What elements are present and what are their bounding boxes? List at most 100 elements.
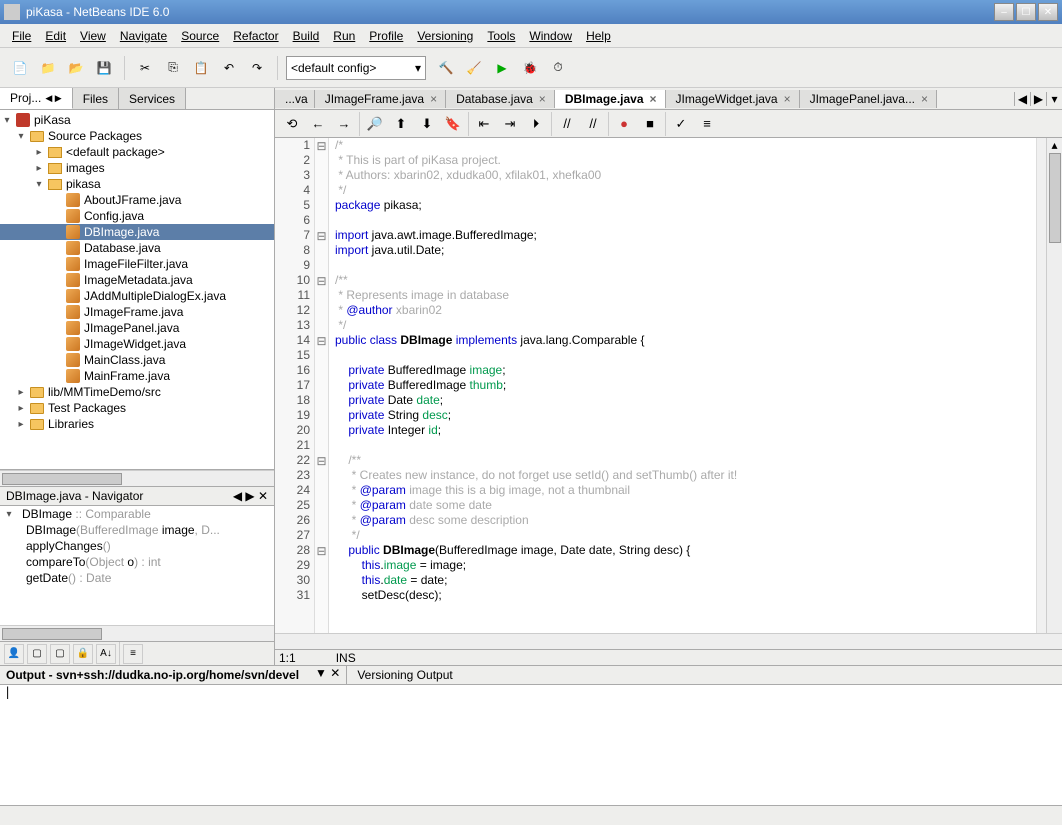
tab-scroll-left[interactable]: ◀	[1014, 92, 1030, 106]
build-button[interactable]: 🔨	[434, 56, 458, 80]
forward-button[interactable]: →	[333, 113, 355, 135]
nav-class-node[interactable]: ▾ DBImage :: Comparable	[0, 506, 274, 522]
macro-button[interactable]: ⏵	[525, 113, 547, 135]
menu-window[interactable]: Window	[523, 27, 578, 45]
tree-toggle-icon[interactable]: ▾	[16, 131, 26, 142]
panel-controls[interactable]: ◀ ▶ ✕	[233, 489, 268, 503]
close-icon[interactable]: ×	[782, 92, 793, 106]
output-body[interactable]: |	[0, 685, 1062, 805]
tree-toggle-icon[interactable]: ▸	[16, 403, 26, 414]
new-file-button[interactable]: 📄	[8, 56, 32, 80]
new-project-button[interactable]: 📁	[36, 56, 60, 80]
fold-toggle-icon[interactable]: ⊟	[315, 333, 328, 348]
code-editor[interactable]: 1234567891011121314151617181920212223242…	[275, 138, 1062, 633]
tree-file[interactable]: JImageFrame.java	[0, 304, 274, 320]
menu-file[interactable]: File	[6, 27, 37, 45]
menu-refactor[interactable]: Refactor	[227, 27, 284, 45]
paste-button[interactable]: 📋	[189, 56, 213, 80]
prev-bookmark-button[interactable]: ⬆	[390, 113, 412, 135]
tab-versioning-output[interactable]: Versioning Output	[346, 666, 462, 684]
tree-toggle-icon[interactable]: ▸	[16, 419, 26, 430]
h-scrollbar[interactable]	[0, 625, 274, 641]
nav-filter-button[interactable]: ▢	[50, 644, 70, 664]
fold-toggle-icon[interactable]: ⊟	[315, 453, 328, 468]
tree-file[interactable]: JAddMultipleDialogEx.java	[0, 288, 274, 304]
debug-button[interactable]: 🐞	[518, 56, 542, 80]
tree-node[interactable]: ▸ lib/MMTimeDemo/src	[0, 384, 274, 400]
run-button[interactable]: ▶	[490, 56, 514, 80]
menu-help[interactable]: Help	[580, 27, 617, 45]
tree-file[interactable]: JImageWidget.java	[0, 336, 274, 352]
v-scrollbar[interactable]: ▴	[1046, 138, 1062, 633]
config-selector[interactable]: <default config> ▾	[286, 56, 426, 80]
clean-build-button[interactable]: 🧹	[462, 56, 486, 80]
menu-versioning[interactable]: Versioning	[411, 27, 479, 45]
back-button[interactable]: ←	[307, 113, 329, 135]
nav-member[interactable]: compareTo(Object o) : int	[0, 554, 274, 570]
editor-tab[interactable]: JImageFrame.java×	[315, 90, 446, 108]
menu-run[interactable]: Run	[327, 27, 361, 45]
cut-button[interactable]: ✂	[133, 56, 157, 80]
fold-toggle-icon[interactable]: ⊟	[315, 273, 328, 288]
nav-member[interactable]: DBImage(BufferedImage image, D...	[0, 522, 274, 538]
find-selection-button[interactable]: 🔎	[364, 113, 386, 135]
tree-toggle-icon[interactable]: ▸	[34, 163, 44, 174]
tree-node[interactable]: ▾ pikasa	[0, 176, 274, 192]
tree-file[interactable]: ImageMetadata.java	[0, 272, 274, 288]
shift-left-button[interactable]: ⇤	[473, 113, 495, 135]
h-scrollbar[interactable]	[275, 633, 1062, 649]
navigator-body[interactable]: ▾ DBImage :: Comparable DBImage(Buffered…	[0, 506, 274, 625]
tab-dropdown[interactable]: ▾	[1046, 92, 1062, 106]
error-stripe[interactable]	[1036, 138, 1046, 633]
tree-file[interactable]: MainFrame.java	[0, 368, 274, 384]
close-icon[interactable]: ×	[428, 92, 439, 106]
scrollbar-thumb[interactable]	[2, 628, 102, 640]
nav-filter-button[interactable]: ▢	[27, 644, 47, 664]
close-icon[interactable]: ×	[919, 92, 930, 106]
shift-right-button[interactable]: ⇥	[499, 113, 521, 135]
scroll-up-icon[interactable]: ▴	[1047, 138, 1062, 152]
project-tree[interactable]: ▾ piKasa ▾ Source Packages ▸ <default pa…	[0, 110, 274, 470]
fold-toggle-icon[interactable]: ⊟	[315, 543, 328, 558]
toggle-bookmark-button[interactable]: 🔖	[442, 113, 464, 135]
tab-scroll-right[interactable]: ▶	[1030, 92, 1046, 106]
menu-edit[interactable]: Edit	[39, 27, 72, 45]
tree-file[interactable]: MainClass.java	[0, 352, 274, 368]
tree-toggle-icon[interactable]: ▾	[34, 179, 44, 190]
profile-button[interactable]: ⏱	[546, 56, 570, 80]
redo-button[interactable]: ↷	[245, 56, 269, 80]
editor-tab[interactable]: JImagePanel.java...×	[800, 90, 937, 108]
close-icon[interactable]: ×	[537, 92, 548, 106]
fold-toggle-icon[interactable]: ⊟	[315, 138, 328, 153]
tree-node[interactable]: ▾ Source Packages	[0, 128, 274, 144]
tree-toggle-icon[interactable]: ▸	[16, 387, 26, 398]
next-bookmark-button[interactable]: ⬇	[416, 113, 438, 135]
h-scrollbar[interactable]	[0, 470, 274, 486]
tree-file[interactable]: DBImage.java	[0, 224, 274, 240]
editor-tab[interactable]: DBImage.java×	[555, 90, 666, 108]
comment-button[interactable]: //	[556, 113, 578, 135]
tree-toggle-icon[interactable]: ▸	[34, 147, 44, 158]
tree-node[interactable]: ▸ images	[0, 160, 274, 176]
menu-source[interactable]: Source	[175, 27, 225, 45]
close-button[interactable]: ✕	[1038, 3, 1058, 21]
tree-file[interactable]: Config.java	[0, 208, 274, 224]
scrollbar-thumb[interactable]	[1049, 153, 1061, 243]
tree-node[interactable]: ▸ <default package>	[0, 144, 274, 160]
tree-file[interactable]: ImageFileFilter.java	[0, 256, 274, 272]
maximize-button[interactable]: ☐	[1016, 3, 1036, 21]
close-icon[interactable]: ×	[648, 92, 659, 106]
tree-node[interactable]: ▸ Libraries	[0, 416, 274, 432]
nav-filter-button[interactable]: A↓	[96, 644, 116, 664]
editor-tab[interactable]: JImageWidget.java×	[666, 90, 800, 108]
check-button[interactable]: ✓	[670, 113, 692, 135]
open-project-button[interactable]: 📂	[64, 56, 88, 80]
fold-gutter[interactable]: ⊟⊟⊟⊟⊟⊟	[315, 138, 329, 633]
tree-toggle-icon[interactable]: ▾	[2, 115, 12, 126]
uncomment-button[interactable]: //	[582, 113, 604, 135]
nav-filter-button[interactable]: 👤	[4, 644, 24, 664]
menu-build[interactable]: Build	[287, 27, 326, 45]
nav-member[interactable]: applyChanges()	[0, 538, 274, 554]
menu-profile[interactable]: Profile	[363, 27, 409, 45]
menu-navigate[interactable]: Navigate	[114, 27, 173, 45]
